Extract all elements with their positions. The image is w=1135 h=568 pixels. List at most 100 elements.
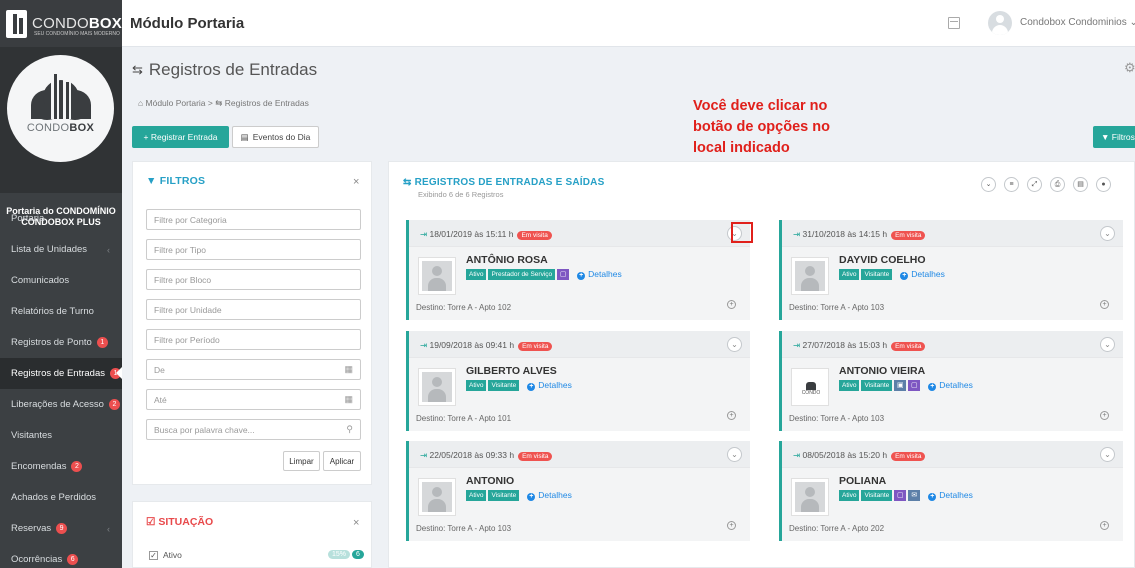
- visitor-photo[interactable]: [418, 257, 456, 295]
- sidebar-item-label: Portaria: [11, 213, 45, 224]
- filter-input[interactable]: De ▦: [146, 359, 361, 380]
- card-options-button[interactable]: ⌄: [1100, 226, 1115, 241]
- visitor-photo[interactable]: [418, 368, 456, 406]
- detalhes-link[interactable]: + Detalhes: [900, 269, 945, 280]
- visitor-photo[interactable]: CONDO: [791, 368, 829, 406]
- sidebar-item[interactable]: Registros de Ponto 1: [0, 327, 122, 358]
- mail-icon[interactable]: ✉: [908, 490, 921, 501]
- calendar-icon[interactable]: [948, 17, 960, 29]
- expand-icon[interactable]: ⤢: [1027, 177, 1042, 192]
- card-options-button[interactable]: ⌄: [727, 337, 742, 352]
- sidebar-item[interactable]: Liberações de Acesso 2: [0, 389, 122, 420]
- visitor-photo[interactable]: [791, 478, 829, 516]
- note-icon[interactable]: ▢: [557, 269, 570, 280]
- user-avatar[interactable]: [988, 11, 1012, 35]
- filter-input[interactable]: Filtre por Categoria: [146, 209, 361, 230]
- filter-input[interactable]: Filtre por Período: [146, 329, 361, 350]
- user-menu[interactable]: Condobox Condominios ⌄: [1020, 17, 1135, 28]
- sidebar-item[interactable]: Ocorrências 6: [0, 544, 122, 568]
- list-icon[interactable]: ≡: [1004, 177, 1019, 192]
- close-icon[interactable]: ×: [353, 517, 359, 529]
- sidebar-item-badge: 2: [71, 461, 83, 472]
- card-tags: Ativo Visitante + Detalhes: [839, 269, 945, 280]
- gear-icon[interactable]: ⚙: [1124, 60, 1135, 74]
- sidebar-item[interactable]: Portaria: [0, 203, 122, 234]
- visitor-name[interactable]: ANTONIO: [466, 475, 514, 487]
- sidebar-item[interactable]: Registros de Entradas 1: [0, 358, 122, 389]
- note-icon[interactable]: ▢: [908, 380, 921, 391]
- sidebar-item[interactable]: Relatórios de Turno: [0, 296, 122, 327]
- visitor-name[interactable]: ANTONIO VIEIRA: [839, 365, 925, 377]
- search-icon[interactable]: ⚲: [346, 424, 353, 435]
- dropdown-icon[interactable]: ⌄: [981, 177, 996, 192]
- logo[interactable]: CONDOBOX SEU CONDOMÍNIO MAIS MODERNO: [0, 0, 122, 47]
- card-header: ⇥ 18/01/2019 às 15:11 h Em visita ⌄: [409, 220, 750, 247]
- plus-circle-icon[interactable]: +: [1100, 521, 1109, 530]
- sidebar-item[interactable]: Lista de Unidades ‹: [0, 234, 122, 265]
- topbar: Módulo Portaria Condobox Condominios ⌄: [122, 0, 1135, 47]
- visitor-name[interactable]: DAYVID COELHO: [839, 254, 926, 266]
- close-icon[interactable]: ×: [353, 176, 359, 188]
- records-subtitle: Exibindo 6 de 6 Registros: [418, 190, 504, 199]
- sidebar-item[interactable]: Comunicados: [0, 265, 122, 296]
- filter-input[interactable]: Filtre por Unidade: [146, 299, 361, 320]
- eventos-do-dia-button[interactable]: ▤ Eventos do Dia: [232, 126, 319, 148]
- visitor-name[interactable]: GILBERTO ALVES: [466, 365, 557, 377]
- card-options-button[interactable]: ⌄: [1100, 447, 1115, 462]
- print-icon[interactable]: ⎙: [1050, 177, 1065, 192]
- plus-circle-icon[interactable]: +: [1100, 411, 1109, 420]
- sidebar-item-label: Achados e Perdidos: [11, 492, 97, 503]
- status-badge: Em visita: [891, 452, 926, 461]
- breadcrumb-home[interactable]: Módulo Portaria: [146, 98, 206, 108]
- aplicar-button[interactable]: Aplicar: [323, 451, 361, 471]
- visitor-name[interactable]: ANTÔNIO ROSA: [466, 254, 548, 266]
- filter-placeholder: De: [154, 364, 165, 375]
- sidebar-item[interactable]: Visitantes: [0, 420, 122, 451]
- limpar-button[interactable]: Limpar: [283, 451, 320, 471]
- entry-card: ⇥ 08/05/2018 às 15:20 h Em visita ⌄ POLIANA…: [779, 441, 1123, 541]
- brand-name-light: CONDO: [32, 15, 89, 32]
- filter-placeholder: Filtre por Período: [154, 334, 220, 345]
- note-icon[interactable]: ▢: [894, 490, 907, 501]
- plus-circle-icon[interactable]: +: [727, 411, 736, 420]
- visitor-name[interactable]: POLIANA: [839, 475, 886, 487]
- card-tags: Ativo Visitante ▣ ▢ + Detalhes: [839, 380, 973, 391]
- sidebar-nav: Portaria Lista de Unidades ‹ Comunicados Rel…: [0, 203, 122, 568]
- entry-card: ⇥ 22/05/2018 às 09:33 h Em visita ⌄ ANTONIO…: [406, 441, 750, 541]
- filter-input[interactable]: Filtre por Bloco: [146, 269, 361, 290]
- sidebar-item-badge: 2: [108, 399, 120, 410]
- car-icon[interactable]: ▣: [894, 380, 907, 391]
- plus-circle-icon[interactable]: +: [1100, 300, 1109, 309]
- plus-circle-icon[interactable]: +: [727, 521, 736, 530]
- calendar-icon[interactable]: ▦: [344, 394, 353, 405]
- filter-input[interactable]: Filtre por Tipo: [146, 239, 361, 260]
- condobox-logo-icon: CONDO: [796, 382, 826, 396]
- filter-placeholder: Busca por palavra chave...: [154, 424, 255, 435]
- entry-card: ⇥ 31/10/2018 às 14:15 h Em visita ⌄ DAYVID …: [779, 220, 1123, 320]
- sidebar-item[interactable]: Achados e Perdidos: [0, 482, 122, 513]
- card-options-button[interactable]: ⌄: [727, 447, 742, 462]
- plus-circle-icon[interactable]: +: [727, 300, 736, 309]
- sidebar-item[interactable]: Encomendas 2: [0, 451, 122, 482]
- sidebar-item[interactable]: Reservas 9 ‹: [0, 513, 122, 544]
- status-badge: Em visita: [517, 231, 552, 240]
- detalhes-link[interactable]: + Detalhes: [527, 490, 572, 501]
- detalhes-link[interactable]: + Detalhes: [928, 380, 973, 391]
- calendar-icon[interactable]: ▦: [344, 364, 353, 375]
- detalhes-link[interactable]: + Detalhes: [928, 490, 973, 501]
- filter-input[interactable]: Até ▦: [146, 389, 361, 410]
- situacao-ativo-checkbox[interactable]: ✓ Ativo: [149, 550, 182, 560]
- registrar-entrada-button[interactable]: + Registrar Entrada: [132, 126, 229, 148]
- filter-input[interactable]: Busca por palavra chave... ⚲: [146, 419, 361, 440]
- filtros-button[interactable]: ▼ Filtros: [1093, 126, 1135, 148]
- pie-icon[interactable]: ●: [1096, 177, 1111, 192]
- user-placeholder-icon: [422, 372, 452, 402]
- detalhes-link[interactable]: + Detalhes: [527, 380, 572, 391]
- visitor-photo[interactable]: [418, 478, 456, 516]
- breadcrumb: ⌂ Módulo Portaria > ⇆ Registros de Entra…: [138, 98, 309, 109]
- card-options-button[interactable]: ⌄: [1100, 337, 1115, 352]
- detalhes-link[interactable]: + Detalhes: [577, 269, 622, 280]
- visitor-photo[interactable]: [791, 257, 829, 295]
- file-icon[interactable]: ▤: [1073, 177, 1088, 192]
- card-destination: Destino: Torre A - Apto 103: [416, 524, 512, 533]
